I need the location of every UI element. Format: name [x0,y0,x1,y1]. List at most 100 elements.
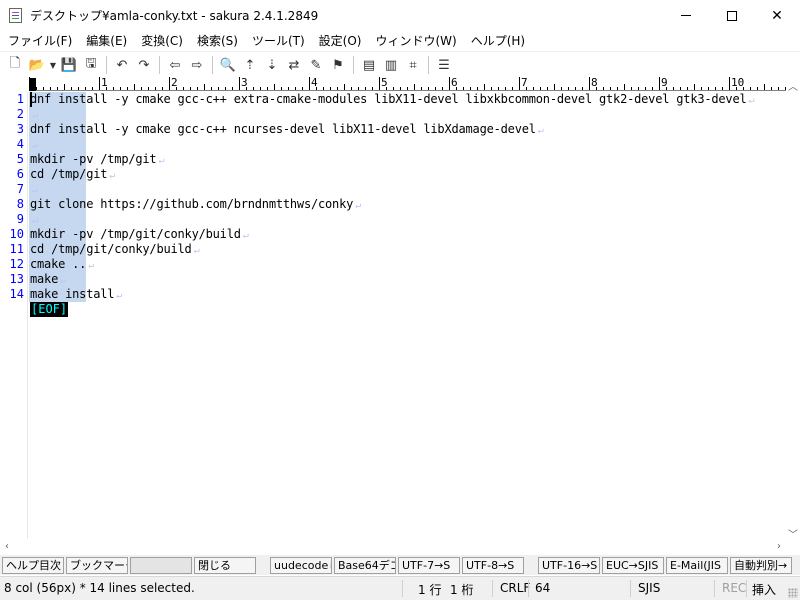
fkey-f10[interactable]: EUC→SJIS [602,557,664,574]
line-number[interactable]: 1 [17,92,24,107]
line-number[interactable]: 9 [17,212,24,227]
sakura-app-icon[interactable] [9,8,22,23]
code-line[interactable]: make ↵ [30,272,66,287]
line-number[interactable]: 6 [17,167,24,182]
scroll-up-icon[interactable]: ︿ [786,78,800,93]
bookmark-icon[interactable]: ⚑ [327,54,349,76]
line-number[interactable]: 12 [10,257,24,272]
menu-help[interactable]: ヘルプ(H) [464,31,532,51]
code-line[interactable]: cd /tmp/git/conky/build ↵ [30,242,200,257]
line-number-gutter[interactable]: 1 2 3 4 5 6 7 8 9 10 11 12 13 14 [0,92,28,540]
code-line[interactable]: git clone https://github.com/brndnmtthws… [30,197,361,212]
status-separator [528,580,529,597]
code-line[interactable]: dnf install -y cmake gcc-c++ extra-cmake… [30,92,755,107]
open-folder-icon[interactable]: 📂 [26,54,48,76]
code-line[interactable]: ↵ [30,182,38,197]
menu-window[interactable]: ウィンドウ(W) [368,31,463,51]
new-file-icon[interactable]: 🗋 [4,54,26,76]
menu-search[interactable]: 検索(S) [190,31,245,51]
fkey-f6[interactable]: Base64デコ [334,557,396,574]
line-number[interactable]: 8 [17,197,24,212]
scroll-right-icon[interactable]: › [772,539,786,553]
code-line[interactable]: mkdir -pv /tmp/git ↵ [30,152,164,167]
open-dropdown-icon[interactable]: ▼ [48,54,58,76]
fkey-f7[interactable]: UTF-7→S [398,557,460,574]
ruler-tick [463,87,464,90]
fkey-f9[interactable]: UTF-16→S [538,557,600,574]
fkey-f3[interactable] [130,557,192,574]
code-line-text: mkdir -pv /tmp/git [30,152,157,166]
vertical-scrollbar[interactable]: ︿ ﹀ [786,78,800,541]
fkey-f5[interactable]: uudecodeし [270,557,332,574]
menu-convert[interactable]: 変換(C) [134,31,190,51]
column-position[interactable]: 1 桁 [450,581,473,598]
replace-icon[interactable]: ⇄ [283,54,305,76]
code-line-text: dnf install -y cmake gcc-c++ ncurses-dev… [30,122,536,136]
code-line[interactable]: ↵ [30,212,38,227]
line-number[interactable]: 10 [10,227,24,242]
ruler-tick [757,87,758,90]
grep-icon[interactable]: ▤ [358,54,380,76]
close-icon: ✕ [771,7,783,24]
search-up-icon[interactable]: ⇡ [239,54,261,76]
fkey-f11[interactable]: E-Mail(JIS [666,557,728,574]
line-number[interactable]: 11 [10,242,24,257]
redo-icon[interactable]: ↷ [133,54,155,76]
close-button[interactable]: ✕ [754,0,800,31]
jump-forward-icon[interactable]: ⇨ [186,54,208,76]
search-icon[interactable]: 🔍 [217,54,239,76]
scroll-left-icon[interactable]: ‹ [0,539,14,553]
code-line[interactable]: cd /tmp/git ↵ [30,167,115,182]
editor-pane[interactable]: 1 2 3 4 5 6 7 8 9 10 1 2 3 4 5 6 7 8 9 10 11 12 13 14 [EOF] dn… [0,77,800,540]
line-number[interactable]: 13 [10,272,24,287]
fkey-f12[interactable]: 自動判別→ [730,557,792,574]
code-line-text: cd /tmp/git [30,167,108,181]
save-all-icon[interactable]: 🖫 [80,54,102,76]
code-line[interactable]: mkdir -pv /tmp/git/conky/build ↵ [30,227,249,242]
fkey-f2[interactable]: ブックマーク [66,557,128,574]
horizontal-scrollbar[interactable]: ‹ › [0,539,786,553]
line-number[interactable]: 2 [17,107,24,122]
line-number[interactable]: 14 [10,287,24,302]
line-number[interactable]: 3 [17,122,24,137]
resize-grip-icon[interactable] [788,588,798,598]
compare-icon[interactable]: ▥ [380,54,402,76]
save-icon[interactable]: 💾 [58,54,80,76]
menu-settings[interactable]: 設定(O) [312,31,369,51]
fkey-f1[interactable]: ヘルプ目次 [2,557,64,574]
jump-back-icon[interactable]: ⇦ [164,54,186,76]
title-bar[interactable]: デスクトップ¥amla-conky.txt - sakura 2.4.1.284… [0,0,800,31]
line-number[interactable]: 4 [17,137,24,152]
outline-icon[interactable]: ⌗ [402,54,424,76]
mark-clear-icon[interactable]: ✎ [305,54,327,76]
code-line[interactable]: ↵ [30,107,38,122]
code-line[interactable]: ↵ [30,137,38,152]
text-area[interactable]: [EOF] dnf install -y cmake gcc-c++ extra… [29,92,789,540]
insert-mode-status[interactable]: 挿入 [752,581,776,598]
code-line[interactable]: cmake .. ↵ [30,257,94,272]
ruler-tick [211,87,212,90]
line-number[interactable]: 5 [17,152,24,167]
menu-file[interactable]: ファイル(F) [0,31,79,51]
encoding-status[interactable]: SJIS [638,581,660,595]
fkey-f4[interactable]: 閉じる [194,557,256,574]
eol-type[interactable]: CRLF [500,581,530,595]
settings-icon[interactable]: ☰ [433,54,455,76]
undo-icon[interactable]: ↶ [111,54,133,76]
column-ruler[interactable]: 1 2 3 4 5 6 7 8 9 10 [29,77,800,91]
menu-tools[interactable]: ツール(T) [245,31,312,51]
code-line[interactable]: make install ↵ [30,287,122,302]
maximize-button[interactable] [709,0,755,31]
eol-marker: ↵ [116,290,123,301]
line-number[interactable]: 7 [17,182,24,197]
menu-edit[interactable]: 編集(E) [79,31,134,51]
code-line[interactable]: dnf install -y cmake gcc-c++ ncurses-dev… [30,122,544,137]
ruler-tick [99,77,100,90]
search-down-icon[interactable]: ⇣ [261,54,283,76]
row-position[interactable]: 1 行 [418,581,441,598]
minimize-button[interactable] [663,0,709,31]
ruler-tick [323,87,324,90]
scroll-down-icon[interactable]: ﹀ [786,526,800,541]
fkey-f8[interactable]: UTF-8→S [462,557,524,574]
ruler-tick [197,87,198,90]
